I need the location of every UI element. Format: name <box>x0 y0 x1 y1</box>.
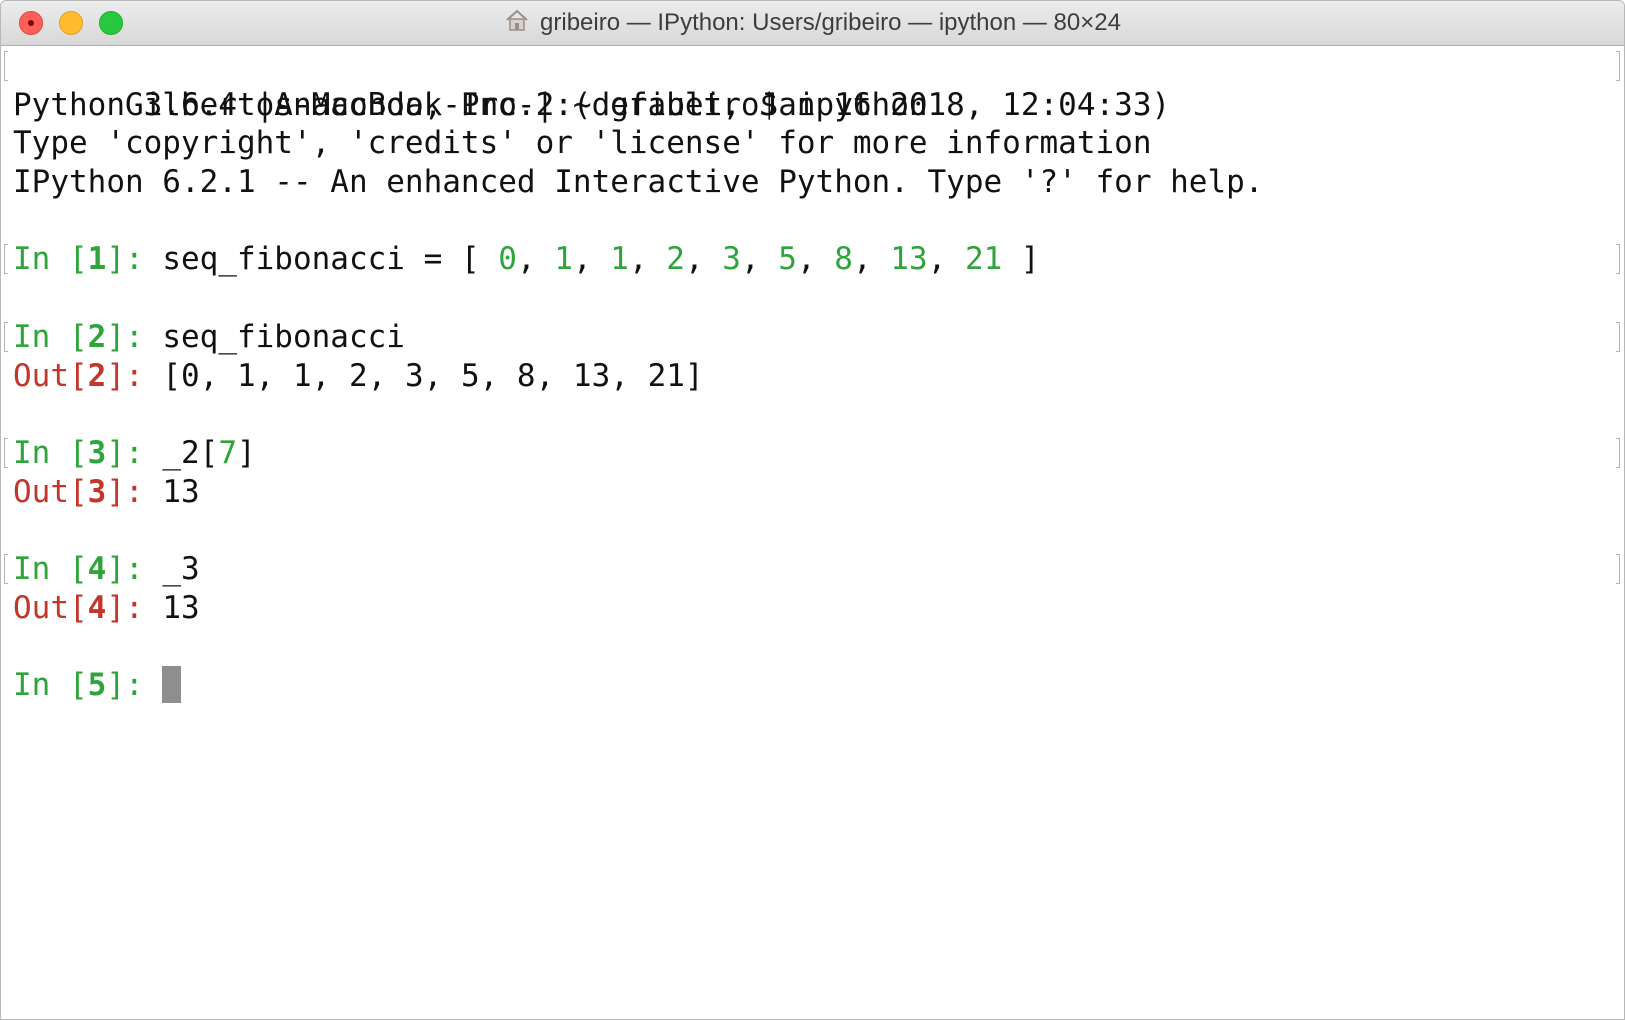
title-bar[interactable]: gribeiro — IPython: Users/gribeiro — ipy… <box>1 1 1624 46</box>
code-number: 2 <box>666 241 685 278</box>
banner-line: Python 3.6.4 |Anaconda, Inc.| (default, … <box>13 86 1171 123</box>
output-line-4: Out[4]: 13 <box>13 589 1624 628</box>
output-line-3: Out[3]: 13 <box>13 473 1624 512</box>
line-mark-right <box>1616 321 1620 352</box>
code-separator: , <box>684 241 723 278</box>
in-prompt-number: 3 <box>87 434 107 471</box>
code-separator: , <box>852 241 891 278</box>
house-icon <box>504 9 530 38</box>
out-prompt-label: Out[ <box>13 473 88 510</box>
line-mark-right <box>1616 437 1620 468</box>
code-number: 8 <box>834 241 853 278</box>
shell-prompt-line: Gilbertos-MacBook-Pro-2:~ gribeiro$ ipyt… <box>4 47 1624 123</box>
terminal-content[interactable]: Gilbertos-MacBook-Pro-2:~ gribeiro$ ipyt… <box>1 47 1624 1019</box>
input-line-3: In [3]: _2[7] <box>4 434 1624 473</box>
code-number: 21 <box>964 241 1003 278</box>
in-prompt-label: In [ <box>13 241 88 278</box>
line-mark-right <box>1616 244 1620 275</box>
in-prompt-close: ]: <box>106 550 163 587</box>
out-prompt-number: 2 <box>87 357 107 394</box>
code-separator: , <box>516 241 555 278</box>
in-prompt-number: 5 <box>87 667 107 703</box>
code-number: 7 <box>218 434 237 471</box>
output-line-2: Out[2]: [0, 1, 1, 2, 3, 5, 8, 13, 21] <box>13 357 1624 396</box>
window-title-text: gribeiro — IPython: Users/gribeiro — ipy… <box>540 9 1121 36</box>
input-line-2: In [2]: seq_fibonacci <box>4 318 1624 357</box>
line-mark-right <box>1616 553 1620 584</box>
code-number: 5 <box>778 241 797 278</box>
banner-line: Type 'copyright', 'credits' or 'license'… <box>13 125 1152 162</box>
line-mark-left <box>4 321 8 352</box>
line-mark-left <box>4 244 8 275</box>
code-separator: , <box>796 241 835 278</box>
in-prompt-number: 2 <box>87 318 107 355</box>
terminal-window: gribeiro — IPython: Users/gribeiro — ipy… <box>0 0 1625 1020</box>
out-prompt-close: ]: <box>106 589 163 626</box>
in-prompt-close: ]: <box>106 434 163 471</box>
in-prompt-label: In [ <box>13 434 88 471</box>
code-separator: , <box>572 241 611 278</box>
code-separator: , <box>628 241 667 278</box>
code-number: 1 <box>610 241 629 278</box>
in-prompt-close: ]: <box>106 667 163 703</box>
in-prompt-number: 4 <box>87 550 107 587</box>
code-number: 0 <box>498 241 517 278</box>
window-title: gribeiro — IPython: Users/gribeiro — ipy… <box>1 1 1624 45</box>
code-text: ] <box>237 434 256 471</box>
code-number: 1 <box>554 241 573 278</box>
input-line-4: In [4]: _3 <box>4 550 1624 589</box>
in-prompt-label: In [ <box>13 318 88 355</box>
in-prompt-close: ]: <box>106 241 163 278</box>
out-prompt-number: 4 <box>87 589 107 626</box>
output-text: [0, 1, 1, 2, 3, 5, 8, 13, 21] <box>162 357 704 394</box>
output-text: 13 <box>162 473 200 510</box>
text-cursor[interactable] <box>162 666 182 703</box>
code-separator: , <box>740 241 779 278</box>
line-mark-left <box>4 553 8 584</box>
out-prompt-close: ]: <box>106 357 163 394</box>
input-line-1: In [1]: seq_fibonacci = [ 0, 1, 1, 2, 3,… <box>4 240 1624 279</box>
banner-line: IPython 6.2.1 -- An enhanced Interactive… <box>13 164 1264 201</box>
code-number: 13 <box>890 241 928 278</box>
code-number: 3 <box>722 241 741 278</box>
input-line-5[interactable]: In [5]: <box>13 666 1624 705</box>
code-separator: , <box>927 241 965 278</box>
line-mark-right <box>1616 51 1620 81</box>
in-prompt-label: In [ <box>13 667 88 703</box>
code-text: _2[ <box>162 434 219 471</box>
in-prompt-close: ]: <box>106 318 163 355</box>
code-prefix: seq_fibonacci = [ <box>162 241 499 278</box>
in-prompt-label: In [ <box>13 550 88 587</box>
code-text: _3 <box>162 550 200 587</box>
out-prompt-number: 3 <box>87 473 107 510</box>
out-prompt-label: Out[ <box>13 589 88 626</box>
in-prompt-number: 1 <box>87 241 107 278</box>
line-mark-left <box>4 437 8 468</box>
out-prompt-close: ]: <box>106 473 163 510</box>
output-text: 13 <box>162 589 200 626</box>
code-text: seq_fibonacci <box>162 318 405 355</box>
line-mark-left <box>4 51 8 81</box>
code-suffix: ] <box>1002 241 1040 278</box>
out-prompt-label: Out[ <box>13 357 88 394</box>
